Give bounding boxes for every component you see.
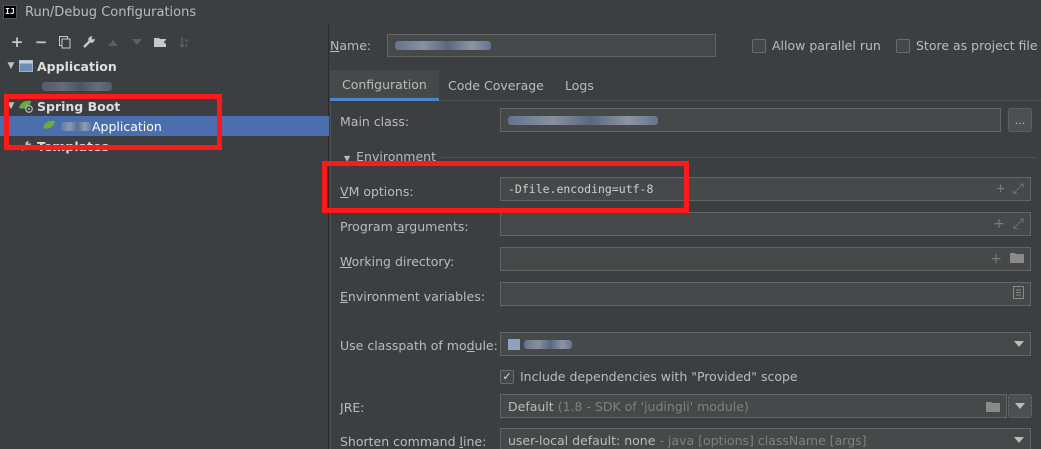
new-folder-button[interactable] xyxy=(149,31,173,53)
plus-icon[interactable]: + xyxy=(993,216,1005,232)
redacted-main-class xyxy=(508,115,658,125)
configuration-tab-content: Main class: ... ▼ Environment VM options:… xyxy=(322,102,1041,449)
svg-text:z: z xyxy=(185,43,188,48)
module-icon xyxy=(508,338,520,350)
title-bar: IJ Run/Debug Configurations xyxy=(0,0,1041,24)
edit-defaults-button[interactable] xyxy=(77,31,101,53)
expand-arrow-icon[interactable]: ▼ xyxy=(4,101,18,111)
main-class-label: Main class: xyxy=(340,114,410,129)
name-field[interactable] xyxy=(387,34,716,57)
plus-icon[interactable]: + xyxy=(996,181,1004,197)
arrow-up-icon xyxy=(108,39,118,46)
jre-value: Default xyxy=(508,398,554,414)
tree-label-application: Application xyxy=(37,58,117,74)
store-as-project-file-label: Store as project file xyxy=(916,38,1038,53)
expand-icon[interactable]: ⤢ xyxy=(1013,181,1024,197)
shorten-hint: - java [options] className [args] xyxy=(659,432,867,448)
include-provided-label: Include dependencies with "Provided" sco… xyxy=(520,369,798,384)
section-divider xyxy=(441,157,1037,158)
tree-node-spring-boot[interactable]: ▼ Spring Boot xyxy=(0,96,329,116)
program-arguments-label: Program arguments: xyxy=(340,219,469,234)
dropdown-arrow-icon xyxy=(1015,403,1025,409)
environment-label: Environment xyxy=(356,149,436,164)
jre-combo[interactable]: Default (1.8 - SDK of 'judingli' module) xyxy=(500,394,1007,418)
arrow-down-icon xyxy=(132,38,142,45)
plus-icon[interactable]: + xyxy=(990,251,1002,267)
tree-label-spring-app: Application xyxy=(92,118,162,134)
expand-icon[interactable]: ⤢ xyxy=(1013,216,1024,232)
add-configuration-button[interactable]: + xyxy=(5,31,29,53)
shorten-command-line-combo[interactable]: user-local default: none - java [options… xyxy=(500,428,1031,449)
application-icon xyxy=(18,58,34,74)
tree-node-application-child[interactable] xyxy=(0,76,329,96)
vm-options-label: VM options: xyxy=(340,184,414,199)
spring-boot-icon xyxy=(18,98,34,114)
sort-icon: az xyxy=(179,37,188,48)
working-directory-field[interactable]: + xyxy=(500,247,1031,271)
tab-logs[interactable]: Logs xyxy=(565,70,594,101)
browse-main-class-button[interactable]: ... xyxy=(1008,108,1032,132)
expand-arrow-icon[interactable]: ▼ xyxy=(4,61,18,71)
tab-configuration[interactable]: Configuration xyxy=(330,70,439,101)
configuration-tree: ▼ Application ▼ Spring Boot Application xyxy=(0,56,329,156)
checkbox-icon[interactable] xyxy=(896,38,910,53)
jre-hint: (1.8 - SDK of 'judingli' module) xyxy=(557,398,749,414)
sort-button[interactable]: az xyxy=(173,31,197,53)
move-up-button[interactable] xyxy=(101,31,125,53)
configuration-editor: Name: Allow parallel run Store as projec… xyxy=(322,24,1041,449)
environment-variables-label: Environment variables: xyxy=(340,289,485,304)
copy-configuration-button[interactable] xyxy=(53,31,77,53)
environment-section-toggle[interactable]: ▼ Environment xyxy=(344,149,436,164)
allow-parallel-run-label: Allow parallel run xyxy=(772,38,881,53)
remove-configuration-button[interactable]: − xyxy=(29,31,53,53)
checkbox-checked-icon[interactable]: ✓ xyxy=(500,369,514,384)
editor-tabs: Configuration Code Coverage Logs xyxy=(330,70,1041,101)
document-icon[interactable] xyxy=(1013,286,1024,303)
tree-node-spring-boot-application[interactable]: Application xyxy=(0,116,329,136)
wrench-icon xyxy=(18,138,34,154)
vm-options-field[interactable]: -Dfile.encoding=utf-8 + ⤢ xyxy=(500,177,1031,201)
program-arguments-field[interactable]: + ⤢ xyxy=(500,212,1031,236)
tree-label-templates: Templates xyxy=(37,138,109,154)
wrench-icon xyxy=(83,36,95,48)
dropdown-arrow-icon[interactable] xyxy=(1014,437,1024,443)
spring-boot-run-icon xyxy=(42,118,58,134)
environment-variables-field[interactable] xyxy=(500,282,1031,306)
redacted-module-name xyxy=(524,339,572,349)
tree-node-templates[interactable]: Templates xyxy=(0,136,329,156)
jre-dropdown-button[interactable] xyxy=(1008,394,1032,418)
move-down-button[interactable] xyxy=(125,31,149,53)
name-label: Name: xyxy=(330,38,372,53)
folder-add-icon xyxy=(154,38,168,47)
tree-label-spring-boot: Spring Boot xyxy=(37,98,121,114)
allow-parallel-run-checkbox[interactable]: Allow parallel run xyxy=(752,38,881,53)
vm-options-value: -Dfile.encoding=utf-8 xyxy=(508,182,654,196)
redacted-config-name xyxy=(42,81,112,91)
jre-label: JRE: xyxy=(340,400,365,415)
tree-toolbar: + − az xyxy=(0,30,197,54)
main-class-field[interactable] xyxy=(500,108,1001,132)
classpath-module-combo[interactable] xyxy=(500,332,1031,356)
intellij-app-icon: IJ xyxy=(3,5,17,19)
store-as-project-file-checkbox[interactable]: Store as project file xyxy=(896,38,1038,53)
working-directory-label: Working directory: xyxy=(340,254,455,269)
shorten-command-line-label: Shorten command line: xyxy=(340,434,487,449)
folder-icon[interactable] xyxy=(986,400,1000,415)
window-title: Run/Debug Configurations xyxy=(25,4,197,20)
configurations-panel: + − az ▼ Application ▼ Spring Boot Appli… xyxy=(0,24,329,449)
collapse-arrow-icon: ▼ xyxy=(344,154,351,163)
folder-icon[interactable] xyxy=(1010,251,1024,267)
redacted-app-prefix xyxy=(61,121,91,131)
dropdown-arrow-icon[interactable] xyxy=(1014,341,1024,347)
classpath-module-label: Use classpath of module: xyxy=(340,338,498,353)
redacted-config-name xyxy=(395,41,491,50)
checkbox-icon[interactable] xyxy=(752,38,766,53)
copy-icon xyxy=(59,35,71,48)
tab-code-coverage[interactable]: Code Coverage xyxy=(448,70,544,101)
include-provided-checkbox[interactable]: ✓ Include dependencies with "Provided" s… xyxy=(500,369,798,384)
shorten-value: user-local default: none xyxy=(508,432,656,448)
tree-node-application[interactable]: ▼ Application xyxy=(0,56,329,76)
